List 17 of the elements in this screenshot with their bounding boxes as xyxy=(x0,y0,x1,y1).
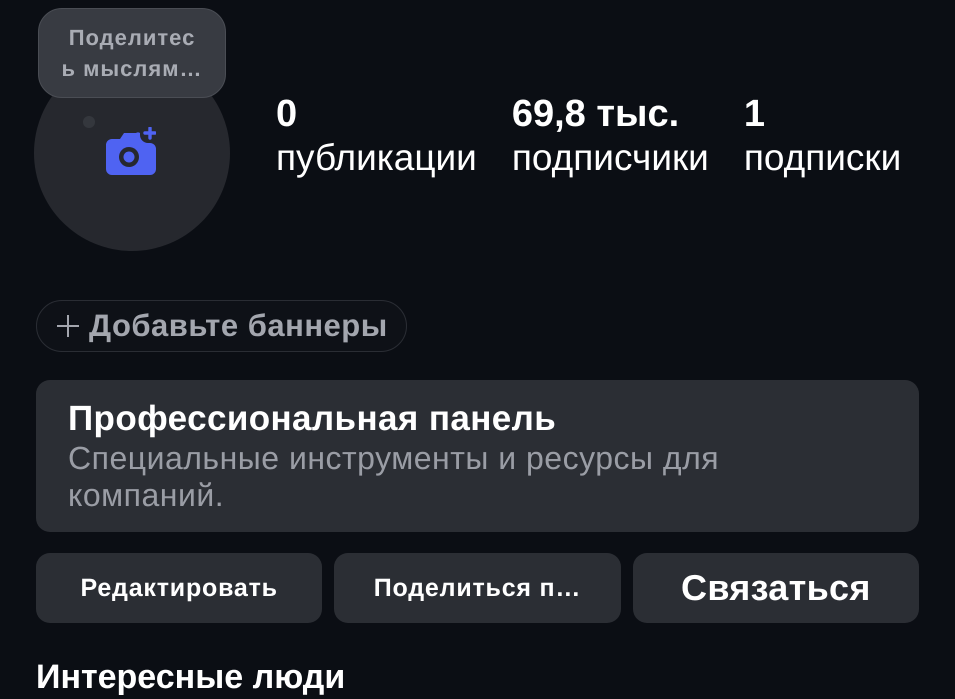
stat-label: подписки xyxy=(744,136,902,180)
camera-plus-icon[interactable] xyxy=(106,127,156,175)
action-button[interactable]: Связаться xyxy=(632,553,919,623)
add-banners-button[interactable]: Добавьте баннеры xyxy=(36,300,407,352)
thought-bubble-tooltip[interactable]: Поделитес ь мыслям… xyxy=(38,8,226,98)
plus-icon xyxy=(57,315,79,337)
panel-subtitle: Специальные инструменты и ресурсы для компаний. xyxy=(68,440,720,514)
stat-value: 0 xyxy=(276,92,298,136)
stat-label: подписчики xyxy=(512,136,709,180)
stat-value: 69,8 тыс. xyxy=(512,92,680,136)
professional-panel-card[interactable]: Профессиональная панель Специальные инструменты и ресурсы для компаний. xyxy=(36,380,919,532)
panel-title: Профессиональная панель xyxy=(68,398,558,440)
action-button[interactable]: Редактировать xyxy=(36,553,322,623)
section-heading: Интересные люди xyxy=(36,657,346,697)
action-button[interactable]: Поделиться п… xyxy=(334,553,621,623)
stat-label: публикации xyxy=(276,136,477,180)
stat-value: 1 xyxy=(744,92,765,136)
